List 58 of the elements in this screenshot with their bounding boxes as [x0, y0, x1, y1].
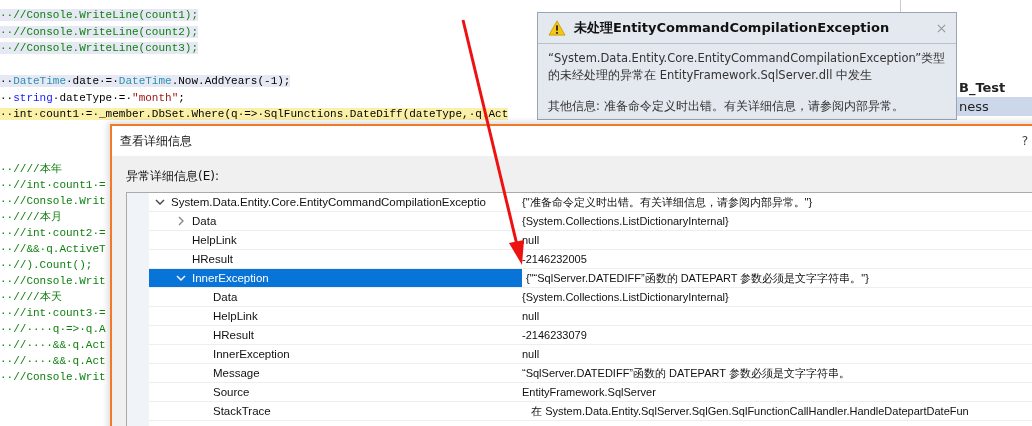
- code-comment: ··////本天: [0, 290, 62, 303]
- tree-row[interactable]: HelpLink null: [149, 307, 1032, 326]
- property-value: null: [522, 348, 540, 360]
- property-name: Source: [213, 385, 250, 400]
- warning-icon: [548, 20, 566, 36]
- property-value: {"“SqlServer.DATEDIFF”函数的 DATEPART 参数必须是文字字符串。"}: [526, 272, 869, 284]
- code-comment: ··//&&·q.ActiveT: [0, 242, 106, 255]
- property-name: InnerException: [213, 347, 290, 362]
- property-value: {System.Collections.ListDictionaryInternal}: [522, 215, 729, 227]
- property-value: EntityFramework.SqlServer: [522, 386, 656, 398]
- code-line: ··string·dateType·=·"month";: [0, 91, 185, 104]
- chevron-down-icon[interactable]: [176, 273, 186, 283]
- tree-row[interactable]: HResult -2146233079: [149, 326, 1032, 345]
- property-name: HResult: [213, 328, 254, 343]
- code-comment: ··////本年: [0, 162, 62, 175]
- code-comment: ··//····&&·q.Act: [0, 338, 106, 351]
- property-name: Data: [192, 214, 217, 229]
- tree-row[interactable]: InnerException null: [149, 345, 1032, 364]
- popup-title: 未处理EntityCommandCompilationException: [574, 19, 891, 37]
- property-value: {System.Collections.ListDictionaryInternal}: [522, 291, 729, 303]
- chevron-down-icon[interactable]: [155, 197, 165, 207]
- property-value: 在 System.Data.Entity.SqlServer.SqlGen.SqlFunctionCallHandler.HandleDatepartDateFun: [530, 405, 969, 417]
- tree-row[interactable]: Data {System.Collections.ListDictionaryInternal}: [149, 212, 1032, 231]
- property-value: null: [522, 234, 540, 246]
- exception-message: “System.Data.Entity.Core.EntityCommandCompilationException”类型的未经处理的异常在 EntityFramework.SqlServer.dll 中发生: [548, 50, 946, 84]
- tree-row[interactable]: Data {System.Collections.ListDictionaryInternal}: [149, 288, 1032, 307]
- code-comment: ··////本月: [0, 210, 62, 223]
- tree-row[interactable]: InnerException {"“SqlServer.DATEDIFF”函数的 DATEPART 参数必须是文字字符串。"}: [149, 269, 1032, 288]
- property-value: null: [522, 310, 540, 322]
- property-name: StackTrace: [213, 404, 271, 419]
- tree-row[interactable]: Source EntityFramework.SqlServer: [149, 383, 1032, 402]
- property-value: -2146233079: [522, 329, 587, 341]
- property-name: InnerException: [192, 271, 269, 286]
- property-name: System.Data.Entity.Core.EntityCommandCompilationExceptio: [171, 195, 486, 210]
- code-comment: ··//).Count();: [0, 258, 93, 271]
- code-comment: ··//int·count3·=: [0, 306, 106, 319]
- code-comment: ··//int·count2·=: [0, 226, 106, 239]
- property-name: HelpLink: [192, 233, 237, 248]
- property-name: HelpLink: [213, 309, 258, 324]
- code-comment: ··//····&&·q.Act: [0, 354, 106, 367]
- property-name: HResult: [192, 252, 233, 267]
- property-name: Message: [213, 366, 260, 381]
- property-value: “SqlServer.DATEDIFF”函数的 DATEPART 参数必须是文字字符串。: [522, 367, 850, 379]
- field-label: 异常详细信息(E):: [126, 168, 220, 185]
- code-comment: ··//Console.Writ: [0, 274, 106, 287]
- property-value: {"准备命令定义时出错。有关详细信息，请参阅内部异常。"}: [522, 196, 813, 208]
- dialog-title: 查看详细信息: [120, 132, 192, 150]
- code-comment: ··//Console.Writ: [0, 370, 106, 383]
- property-value: -2146232005: [522, 253, 587, 265]
- property-name: Data: [213, 290, 238, 305]
- tree-row[interactable]: System.Data.Entity.Core.EntityCommandCompilationExceptio {"准备命令定义时出错。有关详细信息，请参阅内部异常。"}: [149, 193, 1032, 212]
- code-comment: ··//int·count1·=: [0, 178, 106, 191]
- code-comment: ··//····q·=>·q.A: [0, 322, 106, 335]
- code-comment: ··//Console.Writ: [0, 194, 106, 207]
- help-button[interactable]: ?: [1021, 134, 1028, 148]
- tree-row[interactable]: Message “SqlServer.DATEDIFF”函数的 DATEPART 参数必须是文字字符串。: [149, 364, 1032, 383]
- tree-row[interactable]: StackTrace 在 System.Data.Entity.SqlServer.SqlGen.SqlFunctionCallHandler.HandleDatepartDateFun: [149, 402, 1032, 421]
- chevron-right-icon[interactable]: [176, 216, 186, 226]
